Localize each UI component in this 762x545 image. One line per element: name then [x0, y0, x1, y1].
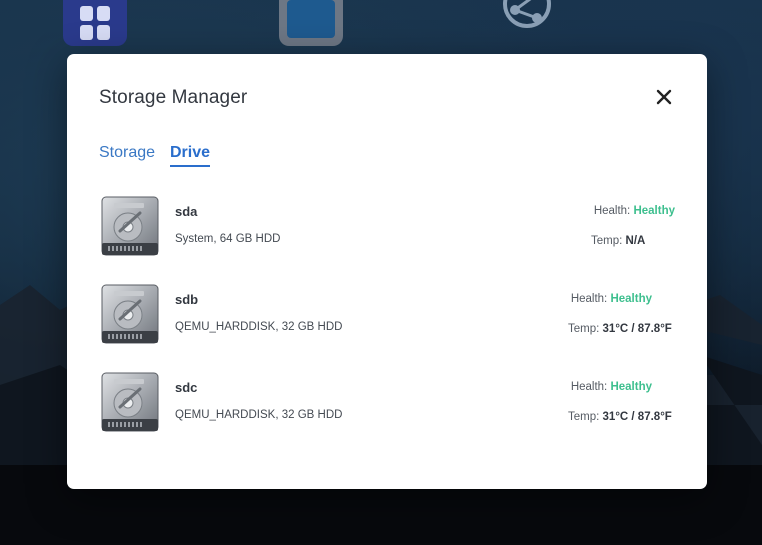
- drive-temperature: Temp: 31°C / 87.8°F: [568, 411, 672, 423]
- storage-manager-dialog: Storage Manager Storage Drive sda System…: [67, 54, 707, 489]
- health-status: Healthy: [610, 381, 652, 393]
- temp-label: Temp:: [591, 235, 623, 247]
- health-label: Health:: [593, 205, 631, 217]
- close-icon: [656, 89, 672, 105]
- temp-value: 31°C / 87.8°F: [602, 323, 672, 335]
- drive-item-sdb[interactable]: sdb QEMU_HARDDISK, 32 GB HDD Health: Hea…: [67, 283, 707, 363]
- temp-label: Temp:: [568, 411, 600, 423]
- drive-item-sdc[interactable]: sdc QEMU_HARDDISK, 32 GB HDD Health: Hea…: [67, 371, 707, 451]
- tab-drive[interactable]: Drive: [170, 144, 211, 167]
- health-status: Healthy: [633, 205, 675, 217]
- tab-storage[interactable]: Storage: [99, 144, 155, 162]
- drive-description: QEMU_HARDDISK, 32 GB HDD: [175, 409, 343, 421]
- hard-disk-icon: [100, 195, 160, 257]
- drive-temperature: Temp: 31°C / 87.8°F: [568, 323, 672, 335]
- apps-grid-icon[interactable]: [63, 0, 127, 46]
- drive-temperature: Temp: N/A: [591, 235, 645, 247]
- health-label: Health:: [570, 293, 608, 305]
- drive-name: sdb: [175, 292, 199, 307]
- folder-icon[interactable]: [279, 0, 343, 46]
- drive-health: Health: Healthy: [594, 205, 675, 217]
- drive-health: Health: Healthy: [571, 381, 652, 393]
- drive-name: sda: [175, 204, 198, 219]
- hard-disk-icon: [100, 371, 160, 433]
- temp-label: Temp:: [568, 323, 600, 335]
- drive-description: QEMU_HARDDISK, 32 GB HDD: [175, 321, 343, 333]
- temp-value: N/A: [625, 235, 646, 247]
- drive-health: Health: Healthy: [571, 293, 652, 305]
- dialog-title: Storage Manager: [99, 87, 248, 108]
- drive-name: sdc: [175, 380, 198, 395]
- drive-item-sda[interactable]: sda System, 64 GB HDD Health: Healthy Te…: [67, 195, 707, 275]
- temp-value: 31°C / 87.8°F: [602, 411, 672, 423]
- drive-description: System, 64 GB HDD: [175, 233, 281, 245]
- hard-disk-icon: [100, 283, 160, 345]
- health-label: Health:: [570, 381, 608, 393]
- network-icon[interactable]: [497, 0, 557, 46]
- network-icon-graphic: [503, 0, 551, 28]
- health-status: Healthy: [610, 293, 652, 305]
- close-button[interactable]: [653, 86, 675, 108]
